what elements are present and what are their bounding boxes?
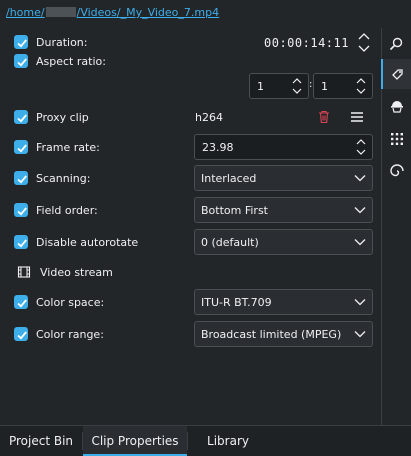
color-range-label: Color range: (36, 328, 104, 341)
aspect-ratio-denominator[interactable]: 1 (313, 73, 373, 99)
film-icon (17, 265, 31, 279)
duration-checkbox[interactable] (14, 35, 28, 49)
spiral-tab-button[interactable] (382, 156, 411, 186)
color-range-dropdown[interactable]: Broadcast limited (MPEG) (194, 321, 373, 347)
aspect-ratio-numerator[interactable]: 1 (249, 73, 309, 99)
marker-tab-button[interactable] (381, 59, 411, 89)
clip-properties-sidebar (381, 28, 411, 425)
chevron-down-icon (354, 207, 366, 214)
video-stream-label: Video stream (40, 266, 113, 279)
duration-spin-arrows[interactable] (357, 32, 371, 54)
scanning-checkbox[interactable] (14, 171, 28, 185)
scanning-value: Interlaced (201, 172, 257, 185)
color-space-value: ITU-R BT.709 (201, 296, 272, 309)
clip-properties-panel: Duration: 00:00:14:11 Aspect ratio: 1 : … (0, 0, 381, 425)
color-space-label: Color space: (36, 296, 105, 309)
frame-rate-value: 23.98 (202, 141, 234, 154)
bottom-tab-bar: Project Bin Clip Properties Library (0, 425, 411, 456)
frame-rate-field[interactable]: 23.98 (194, 134, 373, 160)
scanning-label: Scanning: (36, 172, 91, 185)
aspect-ratio-checkbox[interactable] (14, 54, 28, 68)
tab-clip-properties[interactable]: Clip Properties (83, 426, 187, 456)
audio-tab-button[interactable] (382, 91, 411, 121)
field-order-dropdown[interactable]: Bottom First (194, 197, 373, 223)
denominator-spin-arrows[interactable] (355, 77, 367, 95)
menu-icon[interactable] (350, 110, 364, 124)
duration-label: Duration: (36, 36, 88, 49)
scanning-dropdown[interactable]: Interlaced (194, 165, 373, 191)
duration-value[interactable]: 00:00:14:11 (264, 36, 349, 50)
aspect-ratio-denominator-value: 1 (321, 80, 328, 93)
aspect-ratio-separator: : (309, 79, 313, 90)
frame-rate-label: Frame rate: (36, 141, 100, 154)
tab-project-bin[interactable]: Project Bin (0, 426, 82, 456)
audio-driver-icon (391, 101, 403, 113)
proxy-clip-checkbox[interactable] (14, 110, 28, 124)
marker-icon (392, 69, 403, 80)
autorotate-dropdown[interactable]: 0 (default) (194, 229, 373, 255)
color-range-checkbox[interactable] (14, 327, 28, 341)
tab-library[interactable]: Library (188, 426, 268, 456)
frame-rate-checkbox[interactable] (14, 140, 28, 154)
spiral-icon (390, 164, 404, 177)
color-space-dropdown[interactable]: ITU-R BT.709 (194, 289, 373, 315)
aspect-ratio-numerator-value: 1 (257, 80, 264, 93)
grid-icon (391, 133, 403, 145)
field-order-value: Bottom First (201, 204, 268, 217)
field-order-label: Field order: (36, 204, 98, 217)
proxy-clip-label: Proxy clip (36, 111, 89, 124)
chevron-down-icon (354, 299, 366, 306)
chevron-down-icon (354, 331, 366, 338)
aspect-ratio-label: Aspect ratio: (36, 55, 106, 68)
disable-autorotate-checkbox[interactable] (14, 235, 28, 249)
color-space-checkbox[interactable] (14, 295, 28, 309)
proxy-clip-codec: h264 (195, 111, 223, 124)
frame-rate-spin-arrows[interactable] (355, 138, 367, 156)
numerator-spin-arrows[interactable] (291, 77, 303, 95)
grid-tab-button[interactable] (382, 124, 411, 154)
color-range-value: Broadcast limited (MPEG) (201, 328, 342, 341)
chevron-down-icon (354, 239, 366, 246)
field-order-checkbox[interactable] (14, 203, 28, 217)
autorotate-value: 0 (default) (201, 236, 259, 249)
delete-proxy-icon[interactable] (317, 110, 331, 124)
disable-autorotate-label: Disable autorotate (36, 236, 139, 249)
chevron-down-icon (354, 175, 366, 182)
